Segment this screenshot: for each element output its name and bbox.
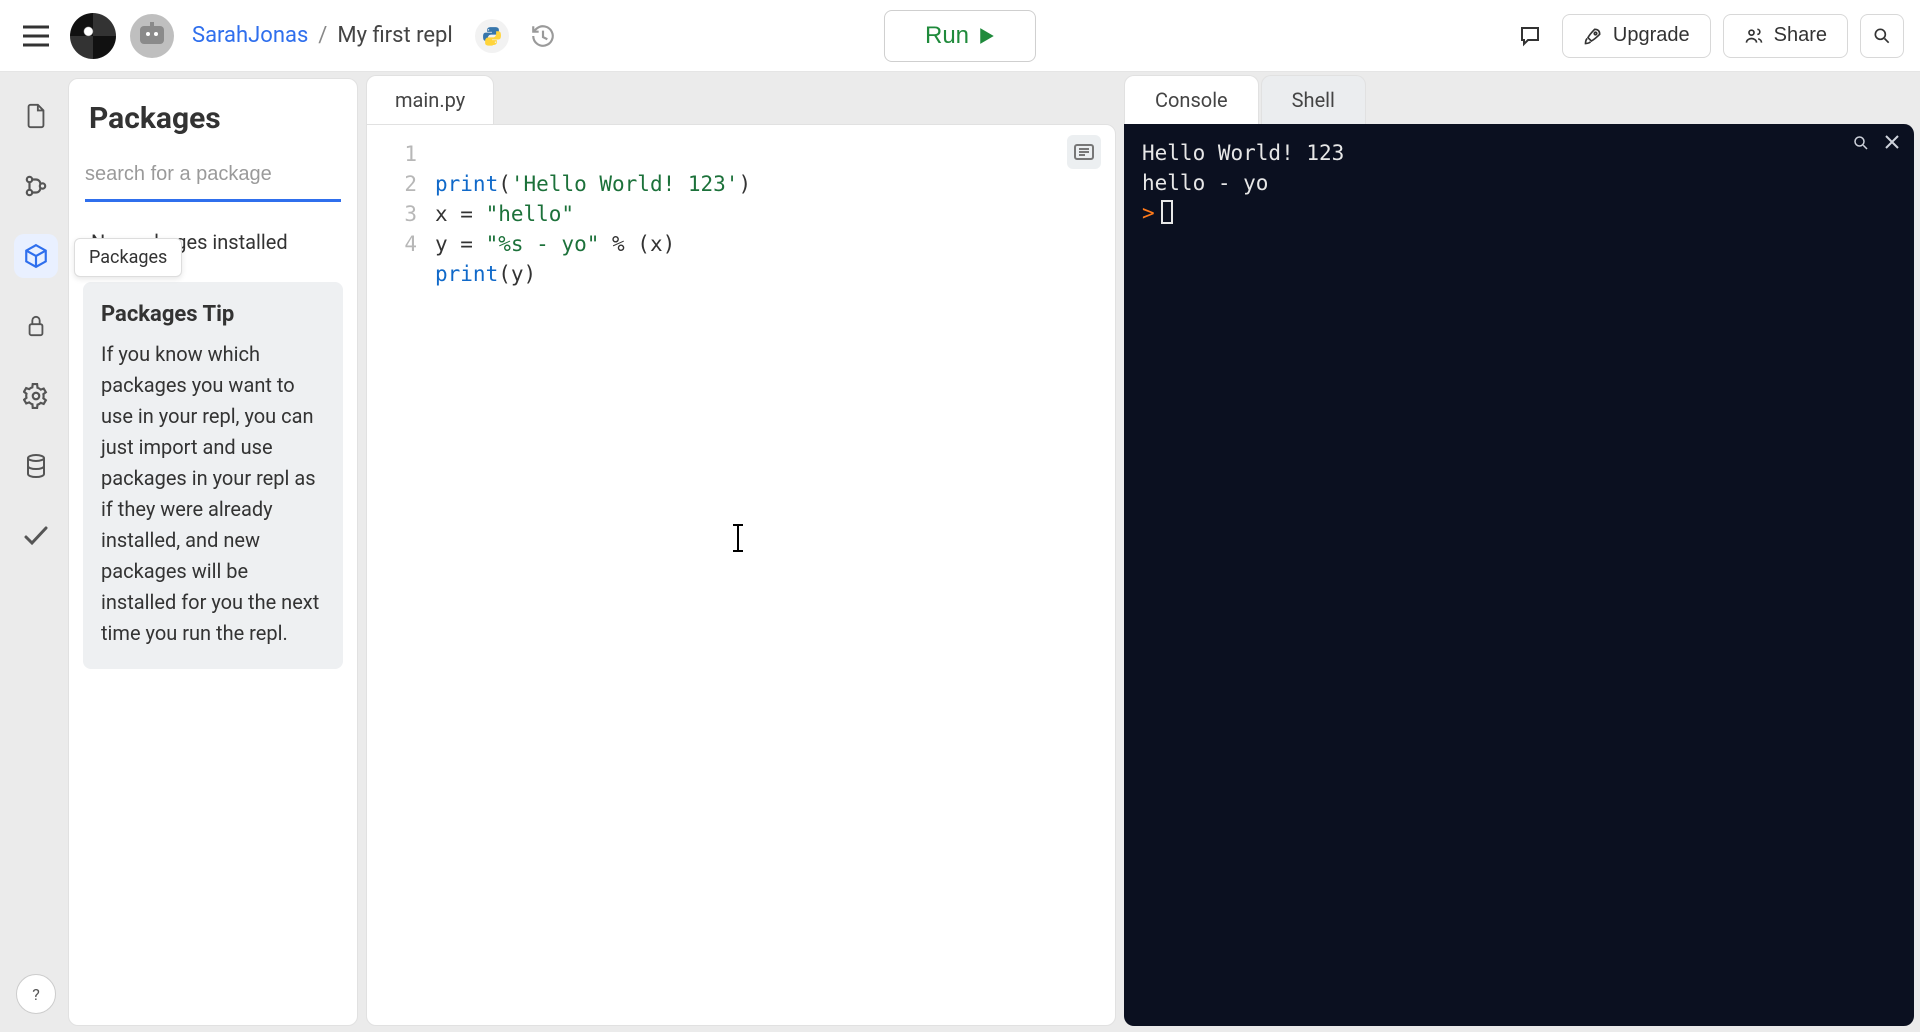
tab-console[interactable]: Console [1124,75,1259,124]
terminal-close-icon[interactable] [1884,134,1900,152]
code-area[interactable]: print('Hello World! 123') x = "hello" y … [427,125,751,1025]
topbar-right-group: Upgrade Share [1510,14,1904,58]
terminal-search-icon[interactable] [1852,134,1870,152]
settings-icon[interactable] [14,374,58,418]
terminal-prompt-line: > [1142,198,1896,228]
replit-logo-icon[interactable] [70,13,116,59]
code-editor[interactable]: 1 2 3 4 print('Hello World! 123') x = "h… [366,124,1116,1026]
python-language-icon [475,19,509,53]
markdown-preview-icon[interactable] [1067,135,1101,169]
help-label: ? [32,985,40,1004]
history-icon[interactable] [523,16,563,56]
line-number: 2 [367,169,417,199]
breadcrumb: SarahJonas / My first repl [192,23,453,48]
terminal-controls [1852,134,1900,152]
sidebar-rail: Packages ? [4,78,68,1026]
terminal-line: hello - yo [1142,168,1896,198]
console-column: Console Shell Hello World! 123 hello - y… [1124,78,1914,1026]
editor-tabs: main.py [366,78,1116,124]
text-cursor-icon [737,525,739,551]
packages-tip-body: If you know which packages you want to u… [101,339,325,649]
run-button[interactable]: Run [884,10,1036,62]
hamburger-menu-icon[interactable] [16,16,56,56]
line-number: 4 [367,229,417,259]
rocket-icon [1583,26,1603,46]
left-column: Packages ? Packages No packages installe… [4,78,358,1026]
packages-tip-title: Packages Tip [101,302,325,327]
breadcrumb-user-link[interactable]: SarahJonas [192,23,308,48]
package-search-input[interactable] [85,150,341,202]
terminal[interactable]: Hello World! 123 hello - yo > [1124,124,1914,1026]
upgrade-label: Upgrade [1613,24,1690,47]
line-number: 3 [367,199,417,229]
play-icon [979,27,995,45]
run-button-label: Run [925,22,969,50]
database-icon[interactable] [14,444,58,488]
terminal-line: Hello World! 123 [1142,138,1896,168]
packages-icon[interactable]: Packages [14,234,58,278]
secrets-icon[interactable] [14,304,58,348]
checkmark-icon[interactable] [14,514,58,558]
rail-tooltip: Packages [74,238,182,277]
breadcrumb-repl-name: My first repl [337,23,452,48]
packages-panel-title: Packages [69,79,357,150]
top-bar: SarahJonas / My first repl Run Upgrade S… [0,0,1920,72]
console-tabs: Console Shell [1124,78,1914,124]
help-button[interactable]: ? [16,974,56,1014]
editor-column: main.py 1 2 3 4 print('Hello World! 123'… [366,78,1116,1026]
editor-tab-main[interactable]: main.py [366,75,494,124]
share-button[interactable]: Share [1723,14,1848,58]
line-number: 1 [367,139,417,169]
packages-panel: Packages No packages installed Packages … [68,78,358,1026]
share-label: Share [1774,24,1827,47]
breadcrumb-separator: / [318,23,327,48]
version-control-icon[interactable] [14,164,58,208]
upgrade-button[interactable]: Upgrade [1562,14,1711,58]
search-icon[interactable] [1860,14,1904,58]
tab-shell[interactable]: Shell [1261,75,1366,124]
packages-tip-card: Packages Tip If you know which packages … [83,282,343,669]
editor-gutter: 1 2 3 4 [367,125,427,1025]
terminal-cursor-icon [1161,200,1173,224]
files-icon[interactable] [14,94,58,138]
avatar[interactable] [130,14,174,58]
comment-icon[interactable] [1510,16,1550,56]
workspace: Packages ? Packages No packages installe… [0,72,1920,1032]
people-icon [1744,26,1764,46]
